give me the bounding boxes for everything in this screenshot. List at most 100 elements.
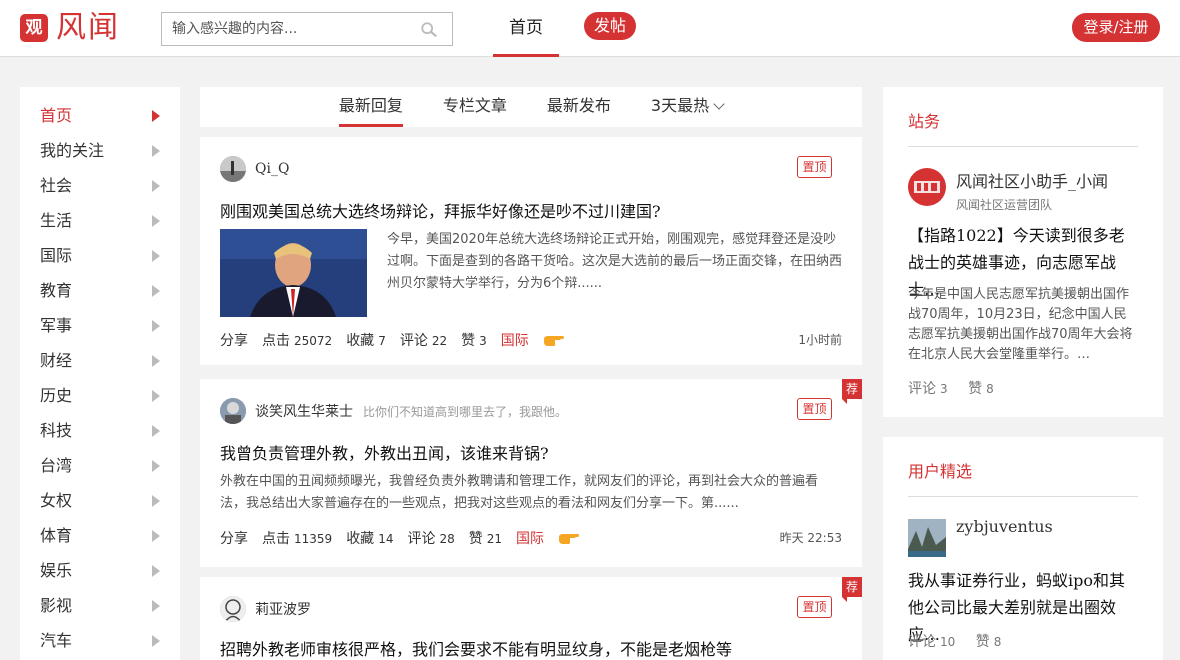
sidebar-item-education[interactable]: 教育 (20, 273, 180, 308)
post-title[interactable]: 刚围观美国总统大选终场辩论，拜振华好像还是吵不过川建国? (220, 198, 661, 222)
sidebar-item-auto[interactable]: 汽车 (20, 623, 180, 658)
avatar[interactable] (220, 398, 246, 424)
chevron-down-icon (713, 98, 725, 110)
caret-right-icon (152, 110, 160, 122)
click-count: 点击 25072 (262, 333, 333, 349)
comment-count[interactable]: 评论 3 (908, 381, 964, 397)
logo-text: 风闻 (56, 10, 120, 45)
pinned-badge: 置顶 (797, 596, 832, 618)
caret-right-icon (152, 425, 160, 437)
sidebar-item-life[interactable]: 生活 (20, 203, 180, 238)
sidebar-item-international[interactable]: 国际 (20, 238, 180, 273)
post-title[interactable]: 招聘外教老师审核很严格，我们会要求不能有明显纹身，不能是老烟枪等 (220, 636, 732, 660)
panel-title: 用户精选 (908, 462, 973, 481)
top-header: 观 风闻 首页 发帖 登录/注册 (0, 0, 1180, 57)
panel-user[interactable]: 风闻社区小助手_小闻 风闻社区运营团队 (908, 168, 1108, 213)
caret-right-icon (152, 180, 160, 192)
feed-card[interactable]: 荐 莉亚波罗 置顶 招聘外教老师审核很严格，我们会要求不能有明显纹身，不能是老烟… (200, 577, 862, 660)
comment-button[interactable]: 评论 28 (407, 528, 454, 548)
tab-column-articles[interactable]: 专栏文章 (443, 87, 507, 127)
site-affairs-panel: 站务 风闻社区小助手_小闻 风闻社区运营团队 【指路1022】今天读到很多老战士… (883, 87, 1163, 417)
login-register-button[interactable]: 登录/注册 (1072, 13, 1160, 42)
comment-count[interactable]: 评论 10 (908, 634, 971, 650)
category-tag[interactable]: 国际 (516, 528, 544, 548)
tab-latest-posts[interactable]: 最新发布 (547, 87, 611, 127)
like-count[interactable]: 赞8 (976, 634, 1018, 650)
category-sidebar: 首页 我的关注 社会 生活 国际 教育 军事 财经 历史 科技 台湾 女权 体育… (20, 87, 180, 660)
feed-tabs: 最新回复 专栏文章 最新发布 3天最热 (200, 87, 862, 127)
panel-title: 站务 (908, 112, 941, 131)
caret-right-icon (152, 390, 160, 402)
sidebar-item-sports[interactable]: 体育 (20, 518, 180, 553)
site-logo[interactable]: 观 风闻 (20, 12, 120, 44)
user-picks-panel: 用户精选 zybjuventus 我从事证券行业，蚂蚁ipo和其他公司比最大差别… (883, 437, 1163, 660)
post-thumbnail[interactable] (220, 229, 367, 317)
tab-latest-reply[interactable]: 最新回复 (338, 87, 403, 127)
panel-user-name[interactable]: 风闻社区小助手_小闻 (956, 168, 1108, 192)
sidebar-item-following[interactable]: 我的关注 (20, 133, 180, 168)
post-time: 昨天 22:53 (779, 531, 842, 545)
sidebar-item-military[interactable]: 军事 (20, 308, 180, 343)
pointing-hand-icon (543, 336, 564, 346)
panel-user[interactable]: zybjuventus (908, 517, 1053, 557)
favorite-button[interactable]: 收藏 14 (346, 528, 393, 548)
pinned-badge: 置顶 (797, 398, 832, 420)
divider (908, 496, 1138, 497)
search-box (161, 12, 453, 46)
sidebar-item-history[interactable]: 历史 (20, 378, 180, 413)
feed-card[interactable]: Qi_Q 置顶 刚围观美国总统大选终场辩论，拜振华好像还是吵不过川建国? 今早，… (200, 137, 862, 365)
caret-right-icon (152, 635, 160, 647)
sidebar-item-taiwan[interactable]: 台湾 (20, 448, 180, 483)
avatar[interactable] (908, 168, 946, 206)
post-author[interactable]: 谈笑风生华莱士 比你们不知道高到哪里去了，我跟他。 (220, 398, 567, 424)
author-name[interactable]: Qi_Q (255, 161, 289, 177)
post-title[interactable]: 我曾负责管理外教，外教出丑闻，该谁来背锅? (220, 440, 549, 464)
share-button[interactable]: 分享 (220, 528, 248, 548)
like-count[interactable]: 赞8 (968, 381, 1010, 397)
post-summary: 今早，美国2020年总统大选终场辩论正式开始，刚围观完，感觉拜登还是没吵过啊。下… (387, 232, 843, 291)
search-input[interactable] (162, 13, 412, 45)
caret-right-icon (152, 530, 160, 542)
sidebar-item-home[interactable]: 首页 (20, 98, 180, 133)
share-button[interactable]: 分享 (220, 330, 248, 350)
like-button[interactable]: 赞3 (461, 330, 487, 350)
like-button[interactable]: 赞 21 (469, 528, 502, 548)
sidebar-item-film[interactable]: 影视 (20, 588, 180, 623)
favorite-button[interactable]: 收藏 7 (346, 330, 386, 350)
caret-right-icon (152, 145, 160, 157)
sidebar-item-tech[interactable]: 科技 (20, 413, 180, 448)
post-stats: 分享 点击 25072 收藏 7 评论 22 赞3 国际 (220, 330, 565, 350)
comment-button[interactable]: 评论 22 (400, 330, 447, 350)
feed-card[interactable]: 荐 谈笑风生华莱士 比你们不知道高到哪里去了，我跟他。 置顶 我曾负责管理外教，… (200, 379, 862, 567)
tab-3day-hot[interactable]: 3天最热 (651, 87, 725, 127)
avatar[interactable] (220, 596, 246, 622)
post-stats: 分享 点击 11359 收藏 14 评论 28 赞 21 国际 (220, 528, 580, 548)
panel-post-summary: 今年是中国人民志愿军抗美援朝出国作战70周年，10月23日，纪念中国人民志愿军抗… (908, 287, 1133, 362)
search-icon[interactable] (420, 21, 438, 39)
caret-right-icon (152, 600, 160, 612)
post-button[interactable]: 发帖 (584, 12, 636, 40)
caret-right-icon (152, 565, 160, 577)
nav-home[interactable]: 首页 (493, 0, 559, 57)
author-name[interactable]: 谈笑风生华莱士 (255, 401, 353, 421)
sidebar-item-society[interactable]: 社会 (20, 168, 180, 203)
post-author[interactable]: 莉亚波罗 (220, 596, 311, 622)
sidebar-item-entertainment[interactable]: 娱乐 (20, 553, 180, 588)
post-author[interactable]: Qi_Q (220, 156, 289, 182)
click-count: 点击 11359 (262, 531, 333, 547)
caret-right-icon (152, 460, 160, 472)
panel-user-name[interactable]: zybjuventus (956, 517, 1053, 557)
avatar[interactable] (220, 156, 246, 182)
sidebar-item-feminism[interactable]: 女权 (20, 483, 180, 518)
recommended-badge: 荐 (842, 577, 862, 602)
caret-right-icon (152, 250, 160, 262)
caret-right-icon (152, 355, 160, 367)
avatar[interactable] (908, 519, 946, 557)
author-name[interactable]: 莉亚波罗 (255, 599, 311, 619)
category-tag[interactable]: 国际 (501, 330, 529, 350)
divider (908, 146, 1138, 147)
recommended-badge: 荐 (842, 379, 862, 404)
panel-post-stats: 评论 3 赞8 (908, 378, 1010, 398)
pointing-hand-icon (559, 534, 580, 544)
sidebar-item-finance[interactable]: 财经 (20, 343, 180, 378)
